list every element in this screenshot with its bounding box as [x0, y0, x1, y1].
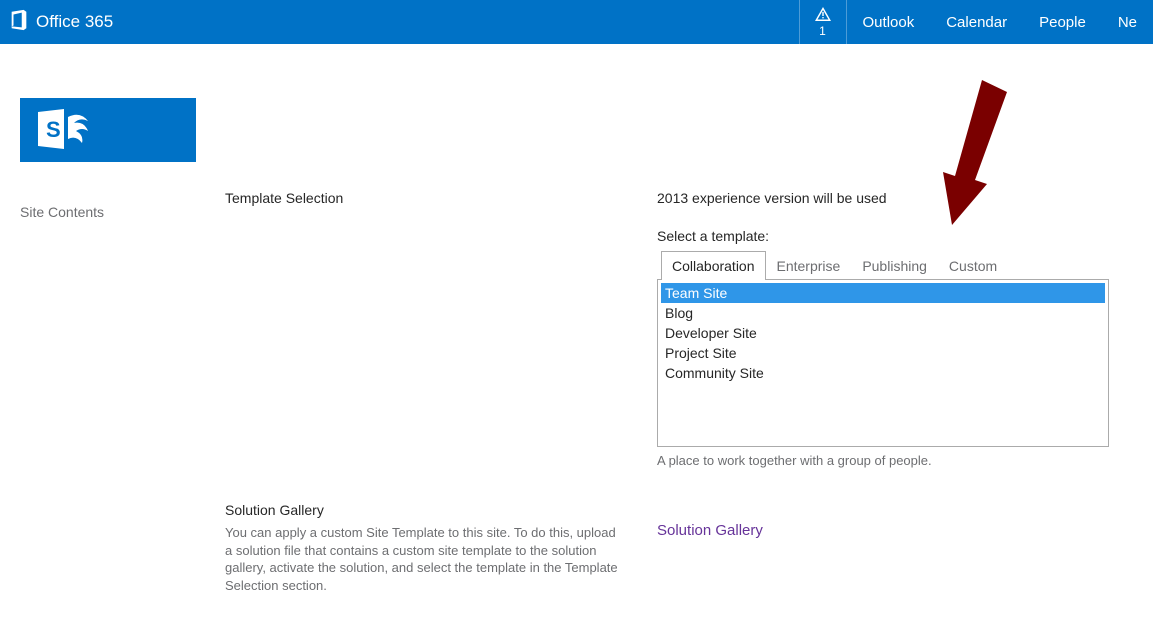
notifications-button[interactable]: 1 [799, 0, 847, 44]
template-option[interactable]: Team Site [661, 283, 1105, 303]
brand-label: Office 365 [36, 12, 113, 32]
form-column: 2013 experience version will be used Sel… [657, 190, 1153, 620]
experience-version-text: 2013 experience version will be used [657, 190, 1153, 206]
top-nav: 1 Outlook Calendar People Ne [799, 0, 1153, 44]
tab-enterprise[interactable]: Enterprise [766, 251, 852, 280]
svg-text:S: S [46, 117, 61, 142]
template-option[interactable]: Community Site [661, 363, 1105, 383]
tab-publishing[interactable]: Publishing [851, 251, 938, 280]
nav-label: Ne [1118, 14, 1137, 31]
notifications-count: 1 [819, 24, 826, 38]
tab-label: Custom [949, 258, 997, 274]
option-label: Community Site [665, 365, 764, 381]
label-column: Template Selection Solution Gallery You … [225, 190, 657, 620]
site-contents-link[interactable]: Site Contents [20, 204, 225, 220]
select-template-label: Select a template: [657, 228, 1153, 244]
solution-gallery-section: Solution Gallery You can apply a custom … [225, 502, 657, 594]
nav-label: People [1039, 14, 1086, 31]
template-listbox[interactable]: Team Site Blog Developer Site Project Si… [657, 279, 1109, 447]
tab-label: Enterprise [777, 258, 841, 274]
nav-calendar[interactable]: Calendar [930, 0, 1023, 44]
ribbon-bar [0, 44, 1153, 84]
section-helptext: You can apply a custom Site Template to … [225, 524, 623, 594]
template-tabs: Collaboration Enterprise Publishing Cust… [661, 250, 1153, 279]
tab-label: Publishing [862, 258, 927, 274]
alert-icon [815, 7, 831, 24]
template-option[interactable]: Project Site [661, 343, 1105, 363]
template-option[interactable]: Blog [661, 303, 1105, 323]
left-sidebar: S Site Contents [20, 98, 225, 620]
section-heading: Template Selection [225, 190, 657, 206]
suite-bar: Office 365 1 Outlook Calendar People Ne [0, 0, 1153, 44]
nav-people[interactable]: People [1023, 0, 1102, 44]
template-selection-section: Template Selection [225, 190, 657, 206]
sharepoint-logo-box[interactable]: S [20, 98, 196, 162]
tab-label: Collaboration [672, 258, 755, 274]
sharepoint-icon: S [38, 109, 94, 152]
nav-outlook[interactable]: Outlook [847, 0, 931, 44]
tab-custom[interactable]: Custom [938, 251, 1008, 280]
option-label: Blog [665, 305, 693, 321]
spacer [225, 232, 657, 502]
nav-label: Calendar [946, 14, 1007, 31]
section-heading: Solution Gallery [225, 502, 657, 518]
template-option[interactable]: Developer Site [661, 323, 1105, 343]
content: S Site Contents Template Selection Solut… [0, 84, 1153, 620]
main-form: Template Selection Solution Gallery You … [225, 98, 1153, 620]
tab-collaboration[interactable]: Collaboration [661, 251, 766, 280]
nav-more[interactable]: Ne [1102, 0, 1153, 44]
option-label: Developer Site [665, 325, 757, 341]
office-icon [8, 9, 30, 36]
template-description: A place to work together with a group of… [657, 453, 1153, 468]
office365-logo[interactable]: Office 365 [8, 9, 113, 36]
option-label: Team Site [665, 285, 727, 301]
nav-label: Outlook [863, 14, 915, 31]
solution-gallery-link[interactable]: Solution Gallery [657, 522, 763, 539]
option-label: Project Site [665, 345, 737, 361]
